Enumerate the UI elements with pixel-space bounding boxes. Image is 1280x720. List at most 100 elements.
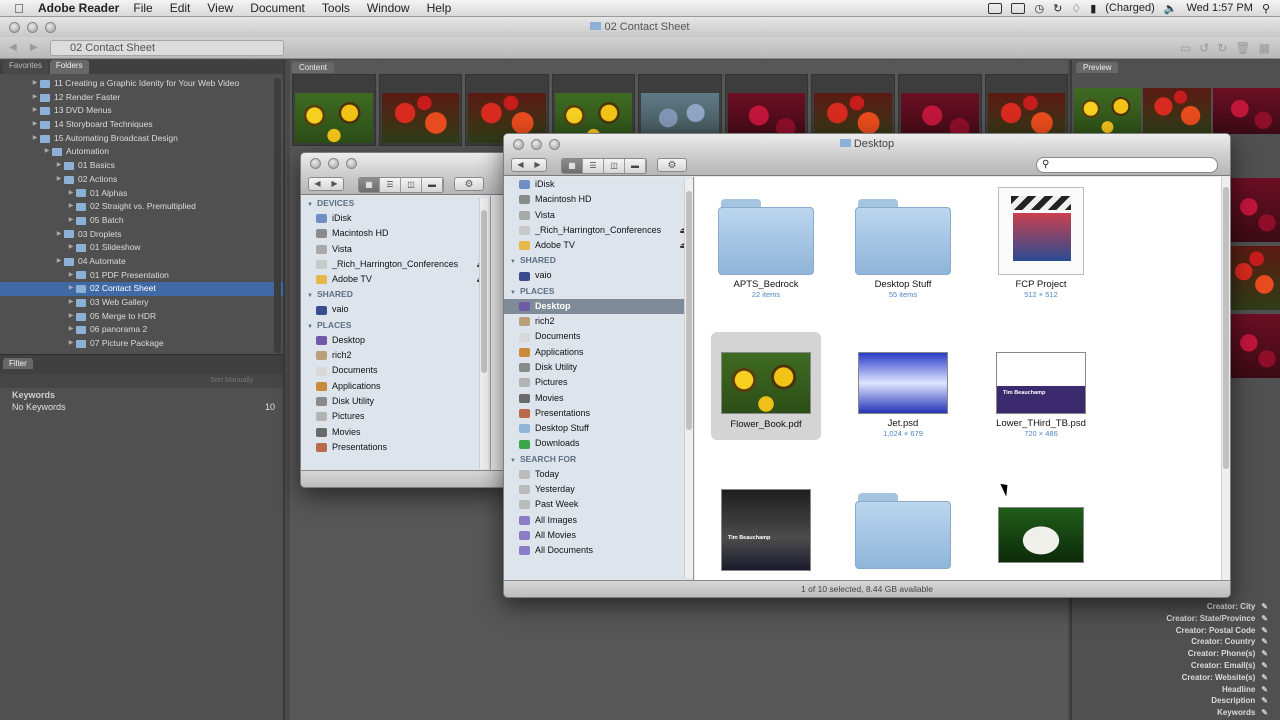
folder-tree-item[interactable]: ▶ 02 Actions <box>0 173 283 187</box>
workspace-icon[interactable]: ▦ <box>1259 41 1270 55</box>
folder-tree-item[interactable]: ▶ 02 Straight vs. Premultiplied <box>0 200 283 214</box>
menu-window[interactable]: Window <box>367 1 410 15</box>
disclosure-triangle-icon[interactable]: ▶ <box>66 269 76 283</box>
sidebar-item[interactable]: Movies <box>301 425 490 440</box>
sidebar-item[interactable]: Pictures <box>504 375 693 390</box>
metadata-field-label[interactable]: Creator: Phone(s) <box>1166 648 1268 660</box>
action-gear-button[interactable]: ⚙ <box>657 158 687 172</box>
path-bar[interactable]: 02 Contact Sheet <box>50 40 284 56</box>
sidebar-section-heading[interactable]: Shared <box>504 253 693 268</box>
menu-tools[interactable]: Tools <box>322 1 350 15</box>
folder-tree-item[interactable]: ▶ 04 Automate <box>0 255 283 269</box>
sidebar-item[interactable]: rich2 <box>504 314 693 329</box>
file-item[interactable]: Desktop Stuff 55 items <box>838 199 968 299</box>
finder-front-sidebar-scrollbar[interactable] <box>684 179 693 578</box>
sidebar-item[interactable]: Past Week <box>504 497 693 512</box>
sidebar-item[interactable]: Vista <box>301 242 490 257</box>
app-menu[interactable]: Adobe Reader <box>38 1 119 15</box>
folder-tree-item[interactable]: ▶ 03 Web Gallery <box>0 296 283 310</box>
disclosure-triangle-icon[interactable]: ▶ <box>66 214 76 228</box>
menu-edit[interactable]: Edit <box>170 1 191 15</box>
battery-icon[interactable]: ▮ <box>1090 2 1096 15</box>
disclosure-triangle-icon[interactable]: ▶ <box>54 228 64 242</box>
no-keywords-row[interactable]: No Keywords 10 <box>0 400 283 412</box>
sidebar-item[interactable]: Presentations <box>301 440 490 455</box>
sidebar-item[interactable]: All Images <box>504 513 693 528</box>
preview-thumb[interactable] <box>1228 178 1280 242</box>
file-item[interactable]: Flower_Book.pdf <box>701 352 831 431</box>
tab-filter[interactable]: Filter <box>3 358 33 369</box>
scroll-knob[interactable] <box>1223 187 1229 470</box>
wifi-icon[interactable]: ♢ <box>1071 2 1081 15</box>
disclosure-triangle-icon[interactable]: ▶ <box>66 296 76 310</box>
disclosure-triangle-icon[interactable]: ▶ <box>66 310 76 324</box>
preview-thumb[interactable] <box>1074 88 1142 134</box>
folder-tree-item[interactable]: ▶ 05 Merge to HDR <box>0 310 283 324</box>
metadata-field-label[interactable]: Description <box>1166 695 1268 707</box>
folder-tree-item[interactable]: ▶ 12 Render Faster <box>0 91 283 105</box>
back-forward-buttons[interactable]: ◀ ▶ <box>511 158 547 172</box>
sidebar-item[interactable]: vaio <box>504 268 693 283</box>
metadata-field-label[interactable]: Creator: Postal Code <box>1166 625 1268 637</box>
disclosure-triangle-icon[interactable]: ▶ <box>54 159 64 173</box>
metadata-field-label[interactable]: Headline <box>1166 684 1268 696</box>
preview-thumb[interactable] <box>1212 88 1280 134</box>
preview-thumb[interactable] <box>1143 88 1211 134</box>
minimize-button[interactable] <box>531 139 542 150</box>
disclosure-triangle-icon[interactable]: ▶ <box>30 118 40 132</box>
disclosure-triangle-icon[interactable]: ▶ <box>66 282 76 296</box>
folder-tree-item[interactable]: ▶ 14 Storyboard Techniques <box>0 118 283 132</box>
sidebar-item[interactable]: iDisk <box>504 177 693 192</box>
spotlight-icon[interactable]: ⚲ <box>1262 2 1270 15</box>
display-icon[interactable] <box>988 2 1003 14</box>
menu-file[interactable]: File <box>133 1 152 15</box>
keywords-heading[interactable]: Keywords <box>0 388 283 400</box>
zoom-button[interactable] <box>549 139 560 150</box>
disclosure-triangle-icon[interactable]: ▶ <box>66 187 76 201</box>
sidebar-item[interactable]: Applications <box>504 345 693 360</box>
disclosure-triangle-icon[interactable]: ▶ <box>30 77 40 91</box>
minimize-button[interactable] <box>27 22 38 33</box>
disclosure-triangle-icon[interactable]: ▶ <box>54 173 64 187</box>
sidebar-item[interactable]: iDisk <box>301 211 490 226</box>
folder-tree-item[interactable]: ▶ 07 Picture Package <box>0 337 283 351</box>
disclosure-triangle-icon[interactable]: ▶ <box>30 132 40 146</box>
zoom-button[interactable] <box>45 22 56 33</box>
disclosure-triangle-icon[interactable]: ▶ <box>30 104 40 118</box>
sidebar-section-heading[interactable]: Search For <box>504 452 693 467</box>
sidebar-item[interactable]: Documents <box>301 363 490 378</box>
battery-status[interactable]: (Charged) <box>1105 2 1155 14</box>
sidebar-item[interactable]: Documents <box>504 329 693 344</box>
column-view-icon[interactable]: ◫ <box>604 159 625 173</box>
file-item[interactable]: APTS_Bedrock 22 items <box>701 199 831 299</box>
rotate-left-icon[interactable]: ↺ <box>1199 41 1209 55</box>
scroll-knob[interactable] <box>481 210 487 373</box>
sidebar-item[interactable]: Desktop <box>504 298 693 315</box>
metadata-field-label[interactable]: Creator: City <box>1166 601 1268 613</box>
time-machine-icon[interactable]: ◷ <box>1034 2 1044 15</box>
icon-view-icon[interactable]: ▦ <box>359 178 380 192</box>
folder-tree-item[interactable]: ▶ 03 Droplets <box>0 228 283 242</box>
sidebar-item[interactable]: Disk Utility <box>504 360 693 375</box>
sidebar-section-heading[interactable]: Places <box>301 318 490 333</box>
trash-icon[interactable]: 🗑 <box>1235 41 1250 55</box>
metadata-field-label[interactable]: Keywords <box>1166 707 1268 719</box>
sidebar-item[interactable]: _Rich_Harrington_Conferences⏏ <box>301 257 490 272</box>
column-view-icon[interactable]: ◫ <box>401 178 422 192</box>
sidebar-item[interactable]: Disk Utility <box>301 394 490 409</box>
sidebar-item[interactable]: Presentations <box>504 406 693 421</box>
menu-help[interactable]: Help <box>427 1 452 15</box>
disclosure-triangle-icon[interactable]: ▶ <box>66 337 76 351</box>
metadata-field-label[interactable]: Creator: Email(s) <box>1166 660 1268 672</box>
folder-tree-item[interactable]: ▶ 05 Batch <box>0 214 283 228</box>
folder-tree-item[interactable]: ▶ 11 Creating a Graphic Idenity for Your … <box>0 77 283 91</box>
sidebar-item[interactable]: Macintosh HD <box>301 226 490 241</box>
volume-icon[interactable]: 🔈 <box>1164 2 1178 15</box>
back-arrow-icon[interactable]: ◀ <box>512 159 529 171</box>
sidebar-item[interactable]: Macintosh HD <box>504 192 693 207</box>
forward-arrow-icon[interactable]: ▶ <box>529 159 546 171</box>
disclosure-triangle-icon[interactable]: ▶ <box>66 241 76 255</box>
list-view-icon[interactable]: ☰ <box>583 159 604 173</box>
screen-record-icon[interactable] <box>1011 2 1026 14</box>
cover-flow-icon[interactable]: ▬ <box>422 178 443 192</box>
